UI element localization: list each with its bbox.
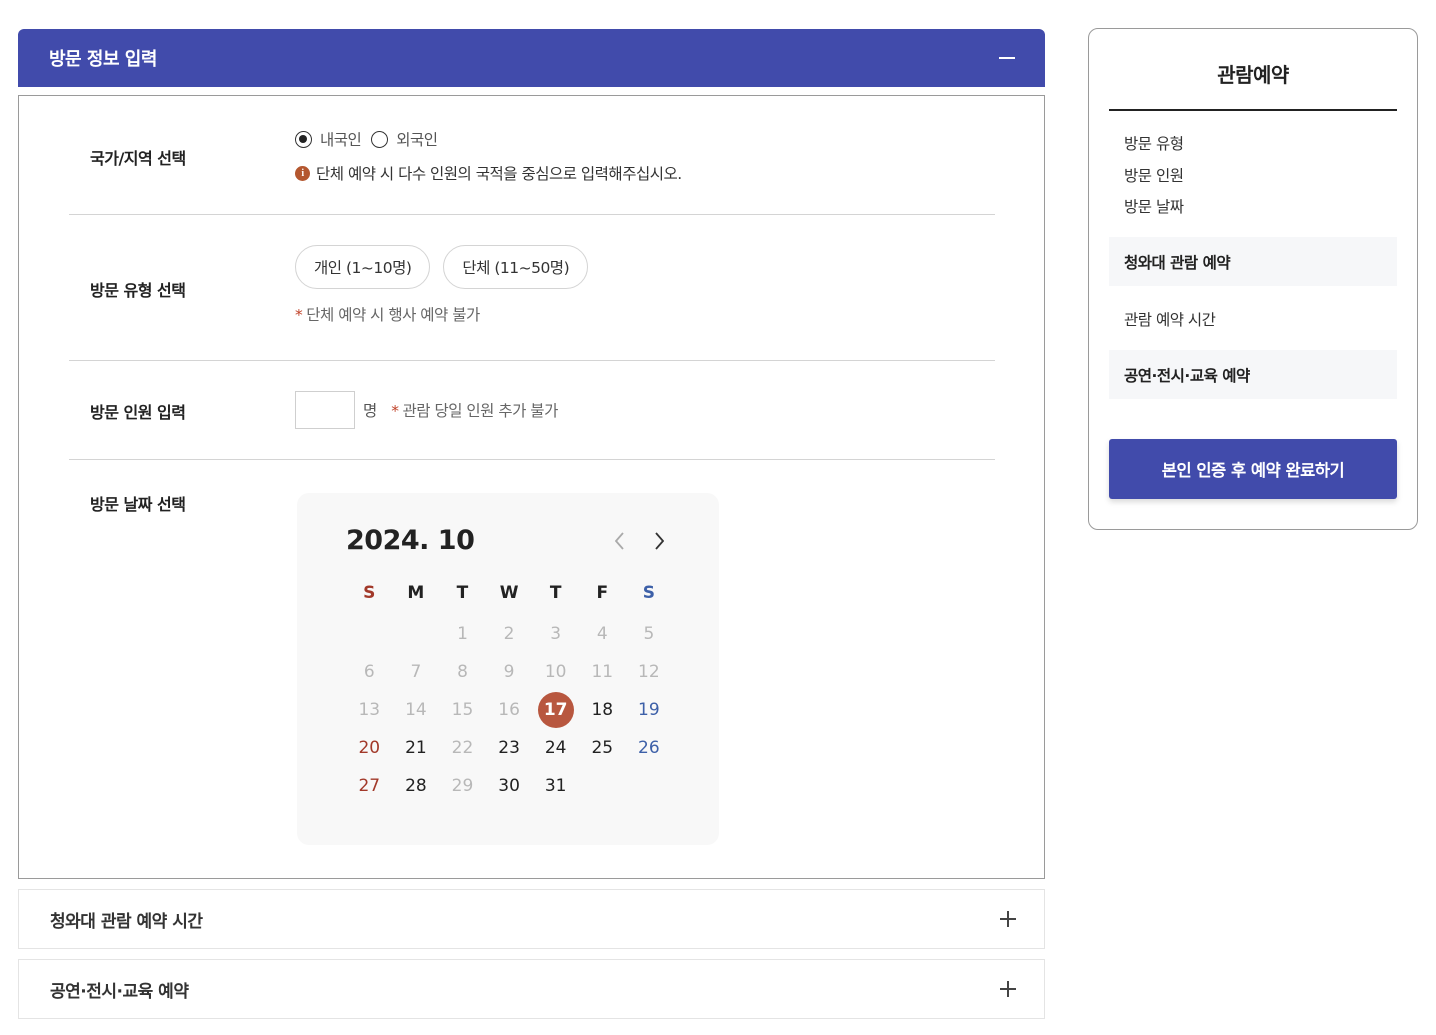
calendar-day[interactable]: 19 xyxy=(626,691,673,729)
calendar-day: 9 xyxy=(503,662,515,682)
collapse-icon[interactable] xyxy=(999,57,1015,59)
radio-domestic[interactable]: 내국인 xyxy=(295,128,362,150)
people-note: * 관람 당일 인원 추가 불가 xyxy=(391,399,558,421)
calendar-day: 2 xyxy=(503,624,515,644)
complete-reservation-button[interactable]: 본인 인증 후 예약 완료하기 xyxy=(1109,439,1397,499)
info-icon: i xyxy=(295,165,310,181)
calendar-day: 6 xyxy=(363,662,375,682)
radio-foreign[interactable]: 외국인 xyxy=(371,128,438,150)
prev-month-button[interactable] xyxy=(609,529,631,553)
visit-type-buttons: 개인 (1~10명) 단체 (11~50명) xyxy=(295,245,589,289)
calendar-day[interactable]: 30 xyxy=(486,767,533,805)
people-unit: 명 xyxy=(363,402,378,420)
calendar-day: 3 xyxy=(550,624,562,644)
calendar-day: 22 xyxy=(451,738,474,758)
expand-icon[interactable] xyxy=(1000,911,1016,927)
calendar-day[interactable]: 27 xyxy=(346,767,393,805)
calendar-day[interactable]: 31 xyxy=(532,767,579,805)
calendar-empty-cell xyxy=(346,615,393,653)
calendar-day: 15 xyxy=(451,700,474,720)
summary-tour-time: 관람 예약 시간 xyxy=(1124,311,1216,329)
weekday-header: M xyxy=(407,583,425,603)
visit-type-note: * 단체 예약 시 행사 예약 불가 xyxy=(295,303,588,325)
calendar-month-title: 2024. 10 xyxy=(346,525,475,556)
calendar-day: 29 xyxy=(451,776,474,796)
visit-info-title: 방문 정보 입력 xyxy=(49,49,157,70)
people-line: 명 * 관람 당일 인원 추가 불가 xyxy=(295,391,558,429)
summary-item-visit-type: 방문 유형 xyxy=(1124,135,1184,153)
calendar-day: 13 xyxy=(358,700,381,720)
people-count-input[interactable] xyxy=(295,391,355,429)
visit-type-note-text: 단체 예약 시 행사 예약 불가 xyxy=(306,306,480,324)
calendar-day: 14 xyxy=(405,700,427,720)
performance-accordion[interactable]: 공연·전시·교육 예약 xyxy=(18,959,1045,1019)
calendar-day[interactable]: 18 xyxy=(579,691,626,729)
reservation-summary: 관람예약 방문 유형 방문 인원 방문 날짜 청와대 관람 예약 관람 예약 시… xyxy=(1088,28,1418,530)
weekday-header: W xyxy=(499,583,519,603)
weekday-header: F xyxy=(596,583,609,603)
calendar-day[interactable]: 23 xyxy=(486,729,533,767)
calendar-day[interactable]: 20 xyxy=(346,729,393,767)
calendar-day-selected[interactable]: 17 xyxy=(532,691,579,729)
expand-icon[interactable] xyxy=(1000,981,1016,997)
calendar-day: 16 xyxy=(498,700,520,720)
chevron-right-icon xyxy=(655,532,664,550)
radio-domestic-label: 내국인 xyxy=(320,131,362,149)
weekday-header: S xyxy=(363,583,376,603)
country-note: i 단체 예약 시 다수 인원의 국적을 중심으로 입력해주십시오. xyxy=(295,162,682,184)
required-star: * xyxy=(295,306,303,324)
calendar-day[interactable]: 25 xyxy=(579,729,626,767)
individual-type-button[interactable]: 개인 (1~10명) xyxy=(295,245,431,289)
calendar-day: 11 xyxy=(591,662,614,682)
calendar: 2024. 10 S M T W T F S 1 2 3 4 5 6 7 8 9 10 11 12 13 14 15 16 1… xyxy=(297,493,719,845)
country-radio-group: 내국인 외국인 xyxy=(295,128,682,150)
summary-divider xyxy=(1109,109,1397,111)
visit-type-label: 방문 유형 선택 xyxy=(90,281,186,300)
people-note-text: 관람 당일 인원 추가 불가 xyxy=(402,402,559,420)
people-label: 방문 인원 입력 xyxy=(90,403,186,422)
calendar-day[interactable]: 24 xyxy=(532,729,579,767)
calendar-day: 10 xyxy=(544,662,567,682)
calendar-day: 8 xyxy=(457,662,468,682)
calendar-day: 1 xyxy=(457,624,468,644)
calendar-grid: S M T W T F S 1 2 3 4 5 6 7 8 9 10 11 12 13 14 15 16 17 18 19 20 21… xyxy=(346,577,672,805)
summary-tour-box: 청와대 관람 예약 xyxy=(1109,237,1397,286)
visit-type-row: 방문 유형 선택 개인 (1~10명) 단체 (11~50명) * 단체 예약 시… xyxy=(69,215,995,361)
summary-item-people: 방문 인원 xyxy=(1124,166,1184,185)
people-row: 방문 인원 입력 명 * 관람 당일 인원 추가 불가 xyxy=(69,361,995,460)
calendar-day: 12 xyxy=(638,662,660,682)
next-month-button[interactable] xyxy=(648,529,670,553)
group-type-button[interactable]: 단체 (11~50명) xyxy=(443,245,589,289)
summary-item-date: 방문 날짜 xyxy=(1124,198,1184,216)
visit-info-accordion-header[interactable]: 방문 정보 입력 xyxy=(18,29,1045,87)
calendar-day: 4 xyxy=(596,624,608,644)
weekday-header: S xyxy=(642,583,655,603)
calendar-day: 7 xyxy=(410,662,422,682)
country-label: 국가/지역 선택 xyxy=(90,149,186,168)
radio-foreign-indicator[interactable] xyxy=(371,130,389,148)
calendar-day: 5 xyxy=(643,624,655,644)
tour-time-title: 청와대 관람 예약 시간 xyxy=(50,911,203,932)
calendar-day[interactable]: 26 xyxy=(626,729,673,767)
visit-info-panel: 국가/지역 선택 내국인 외국인 i 단체 예약 시 다수 인원의 국적을 중심… xyxy=(18,95,1045,879)
summary-items: 방문 유형 방문 인원 방문 날짜 xyxy=(1124,132,1184,227)
radio-domestic-indicator[interactable] xyxy=(295,130,312,148)
radio-foreign-label: 외국인 xyxy=(396,131,438,149)
tour-time-accordion[interactable]: 청와대 관람 예약 시간 xyxy=(18,889,1045,949)
calendar-day[interactable]: 21 xyxy=(393,729,440,767)
summary-performance-box: 공연·전시·교육 예약 xyxy=(1109,350,1397,399)
performance-title: 공연·전시·교육 예약 xyxy=(50,981,189,1002)
weekday-header: T xyxy=(456,583,469,603)
weekday-header: T xyxy=(549,583,562,603)
chevron-left-icon xyxy=(615,532,624,550)
calendar-empty-cell xyxy=(393,615,440,653)
country-row: 국가/지역 선택 내국인 외국인 i 단체 예약 시 다수 인원의 국적을 중심… xyxy=(69,96,995,215)
date-label: 방문 날짜 선택 xyxy=(90,495,186,514)
summary-title: 관람예약 xyxy=(1217,63,1289,87)
calendar-day[interactable]: 28 xyxy=(393,767,440,805)
required-star: * xyxy=(391,402,399,420)
country-note-text: 단체 예약 시 다수 인원의 국적을 중심으로 입력해주십시오. xyxy=(316,165,682,183)
